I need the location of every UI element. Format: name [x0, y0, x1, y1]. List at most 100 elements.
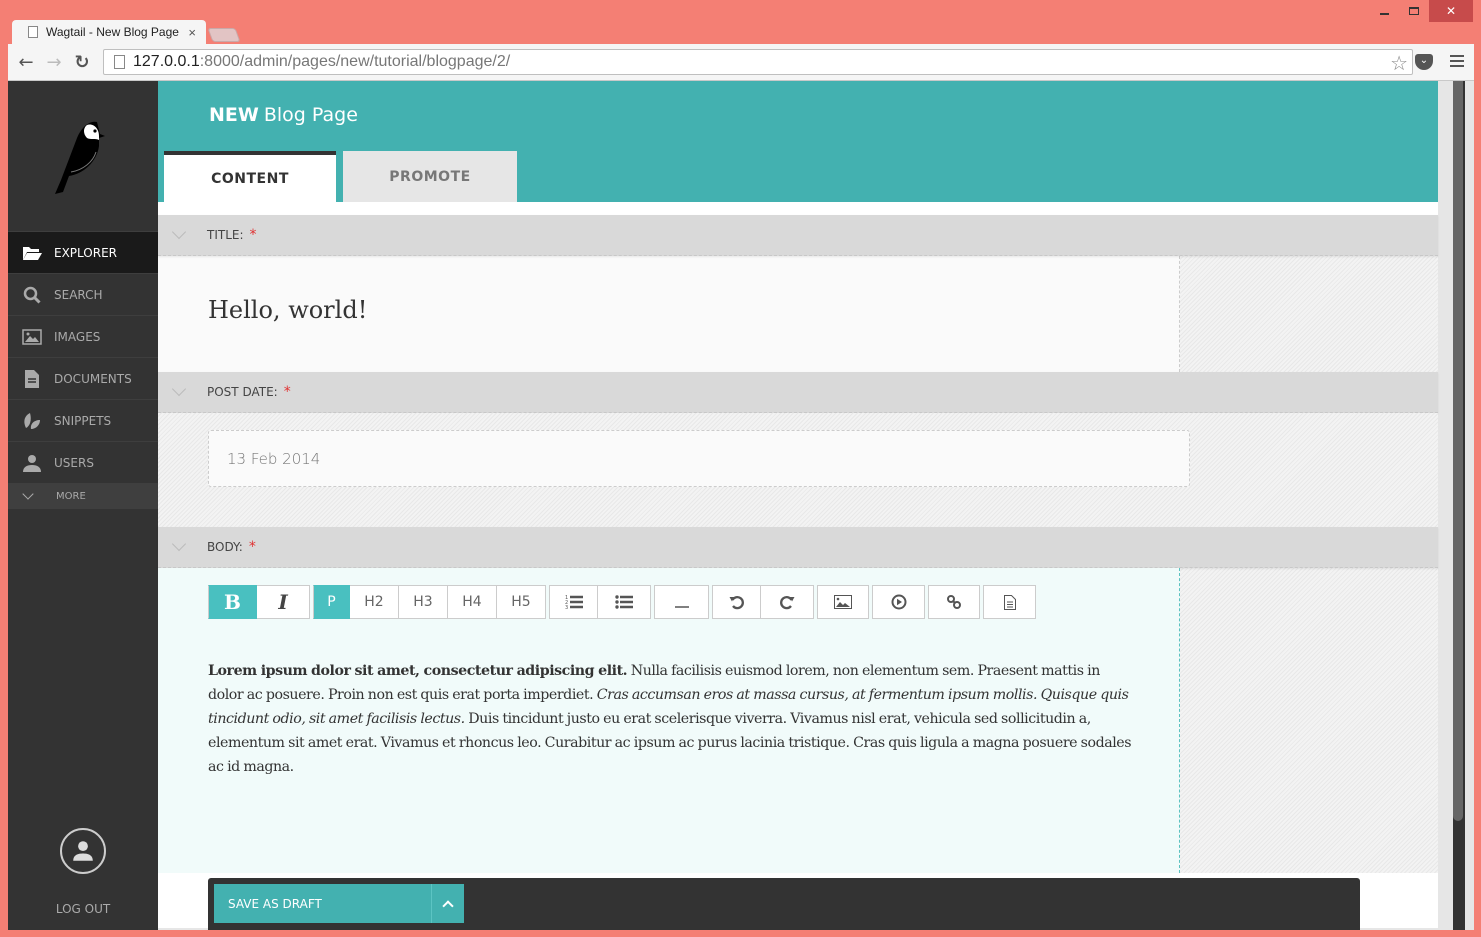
- back-button[interactable]: ←: [12, 48, 40, 76]
- sidebar-item-label: SEARCH: [54, 287, 103, 302]
- image-icon: [22, 328, 42, 346]
- h3-button[interactable]: H3: [399, 585, 448, 619]
- sidebar: EXPLORER SEARCH IMAGES DOCUMENTS SNIPPET…: [8, 81, 158, 930]
- scrollbar-thumb[interactable]: [1453, 81, 1463, 821]
- folder-open-icon: [22, 244, 42, 262]
- bold-button[interactable]: B: [208, 585, 257, 619]
- title-field-header[interactable]: TITLE: *: [158, 215, 1438, 256]
- action-bar: SAVE AS DRAFT: [208, 878, 1360, 930]
- image-group: [817, 585, 869, 619]
- required-marker: *: [283, 384, 291, 400]
- bookmark-star-icon[interactable]: ☆: [1390, 51, 1408, 76]
- more-actions-toggle[interactable]: [431, 884, 464, 923]
- sidebar-item-search[interactable]: SEARCH: [8, 273, 158, 315]
- page-icon: [28, 26, 38, 38]
- account-section: LOG OUT: [8, 828, 158, 930]
- list-group: 123: [549, 585, 651, 619]
- chevron-down-icon[interactable]: [171, 224, 187, 240]
- sidebar-item-users[interactable]: USERS: [8, 441, 158, 483]
- logout-link[interactable]: LOG OUT: [8, 902, 158, 916]
- horizontal-rule-button[interactable]: [654, 585, 709, 619]
- url-path: :8000/admin/pages/new/tutorial/blogpage/…: [199, 53, 511, 70]
- tab-content[interactable]: CONTENT: [164, 151, 336, 202]
- h2-button[interactable]: H2: [350, 585, 399, 619]
- rich-text-editor[interactable]: B I P H2 H3 H4 H5 123 Lorem ipsum dolor …: [158, 568, 1180, 873]
- chevron-down-icon[interactable]: [171, 536, 187, 552]
- body-field-header[interactable]: BODY: *: [158, 527, 1438, 568]
- unordered-list-button[interactable]: [598, 585, 651, 619]
- unordered-list-icon: [615, 595, 633, 609]
- new-tab-button[interactable]: [207, 28, 241, 42]
- sidebar-item-explorer[interactable]: EXPLORER: [8, 231, 158, 273]
- body-content[interactable]: Lorem ipsum dolor sit amet, consectetur …: [208, 659, 1138, 779]
- sidebar-item-label: SNIPPETS: [54, 413, 112, 428]
- chevron-up-icon: [442, 900, 454, 912]
- maximize-button[interactable]: [1399, 0, 1429, 22]
- title-input[interactable]: Hello, world!: [158, 256, 1180, 372]
- required-marker: *: [248, 539, 256, 555]
- browser-menu-icon[interactable]: [1450, 55, 1464, 70]
- reload-button[interactable]: ↻: [68, 48, 96, 76]
- insert-link-button[interactable]: [928, 585, 980, 619]
- undo-button[interactable]: [712, 585, 761, 619]
- sidebar-item-snippets[interactable]: SNIPPETS: [8, 399, 158, 441]
- page-title: NEW Blog Page: [209, 104, 358, 126]
- sidebar-item-images[interactable]: IMAGES: [8, 315, 158, 357]
- format-group: B I: [208, 585, 310, 619]
- post-date-label: POST DATE: *: [207, 384, 291, 400]
- user-icon: [22, 454, 42, 472]
- wagtail-logo[interactable]: [8, 81, 158, 231]
- image-icon: [834, 595, 852, 609]
- page-header: NEW Blog Page CONTENT PROMOTE: [158, 81, 1438, 202]
- tab-close-icon[interactable]: ×: [188, 25, 196, 40]
- chevron-down-icon[interactable]: [171, 381, 187, 397]
- save-draft-button[interactable]: SAVE AS DRAFT: [214, 897, 431, 911]
- avatar[interactable]: [60, 828, 106, 874]
- link-icon: [947, 595, 961, 609]
- sidebar-item-label: IMAGES: [54, 329, 101, 344]
- body-bold-text: Lorem ipsum dolor sit amet, consectetur …: [208, 663, 628, 679]
- page-title-prefix: NEW: [209, 104, 259, 126]
- document-group: [983, 585, 1036, 619]
- page-scrollbar[interactable]: [1453, 81, 1465, 930]
- browser-toolbar: ← → ↻ 127.0.0.1:8000/admin/pages/new/tut…: [8, 44, 1474, 81]
- h5-button[interactable]: H5: [497, 585, 546, 619]
- insert-document-button[interactable]: [983, 585, 1036, 619]
- address-bar[interactable]: 127.0.0.1:8000/admin/pages/new/tutorial/…: [103, 49, 1413, 75]
- insert-media-button[interactable]: [872, 585, 925, 619]
- link-group: [928, 585, 980, 619]
- page-icon: [114, 55, 125, 69]
- embed-group: [872, 585, 925, 619]
- sidebar-more-toggle[interactable]: MORE: [8, 483, 158, 509]
- document-icon: [22, 369, 42, 388]
- browser-tab[interactable]: Wagtail - New Blog Page ×: [12, 20, 206, 44]
- italic-button[interactable]: I: [257, 585, 310, 619]
- heading-group: P H2 H3 H4 H5: [313, 585, 546, 619]
- undo-icon: [729, 595, 744, 610]
- pocket-icon[interactable]: ⌄: [1415, 54, 1433, 70]
- sidebar-item-label: USERS: [54, 455, 94, 470]
- post-date-field-header[interactable]: POST DATE: *: [158, 372, 1438, 413]
- sidebar-item-label: DOCUMENTS: [54, 371, 132, 386]
- insert-image-button[interactable]: [817, 585, 869, 619]
- forward-button[interactable]: →: [40, 48, 68, 76]
- sidebar-item-documents[interactable]: DOCUMENTS: [8, 357, 158, 399]
- ordered-list-button[interactable]: 123: [549, 585, 598, 619]
- close-icon: ✕: [1445, 4, 1457, 18]
- help-panel: [1180, 568, 1438, 873]
- rich-text-toolbar: B I P H2 H3 H4 H5 123: [208, 585, 1039, 619]
- paragraph-button[interactable]: P: [313, 585, 350, 619]
- minimize-button[interactable]: [1369, 0, 1399, 22]
- body-label-text: BODY:: [207, 540, 243, 554]
- tab-promote[interactable]: PROMOTE: [343, 151, 517, 202]
- h4-button[interactable]: H4: [448, 585, 497, 619]
- redo-button[interactable]: [761, 585, 814, 619]
- sidebar-item-label: EXPLORER: [54, 245, 117, 260]
- horizontal-rule-icon: [674, 606, 689, 608]
- title-label: TITLE: *: [207, 227, 257, 243]
- window-close-button[interactable]: ✕: [1429, 0, 1473, 22]
- body-field: B I P H2 H3 H4 H5 123 Lorem ipsum dolor …: [158, 568, 1438, 873]
- post-date-input[interactable]: 13 Feb 2014: [208, 430, 1190, 487]
- svg-text:3: 3: [565, 605, 568, 610]
- forward-arrow-icon: →: [46, 51, 62, 73]
